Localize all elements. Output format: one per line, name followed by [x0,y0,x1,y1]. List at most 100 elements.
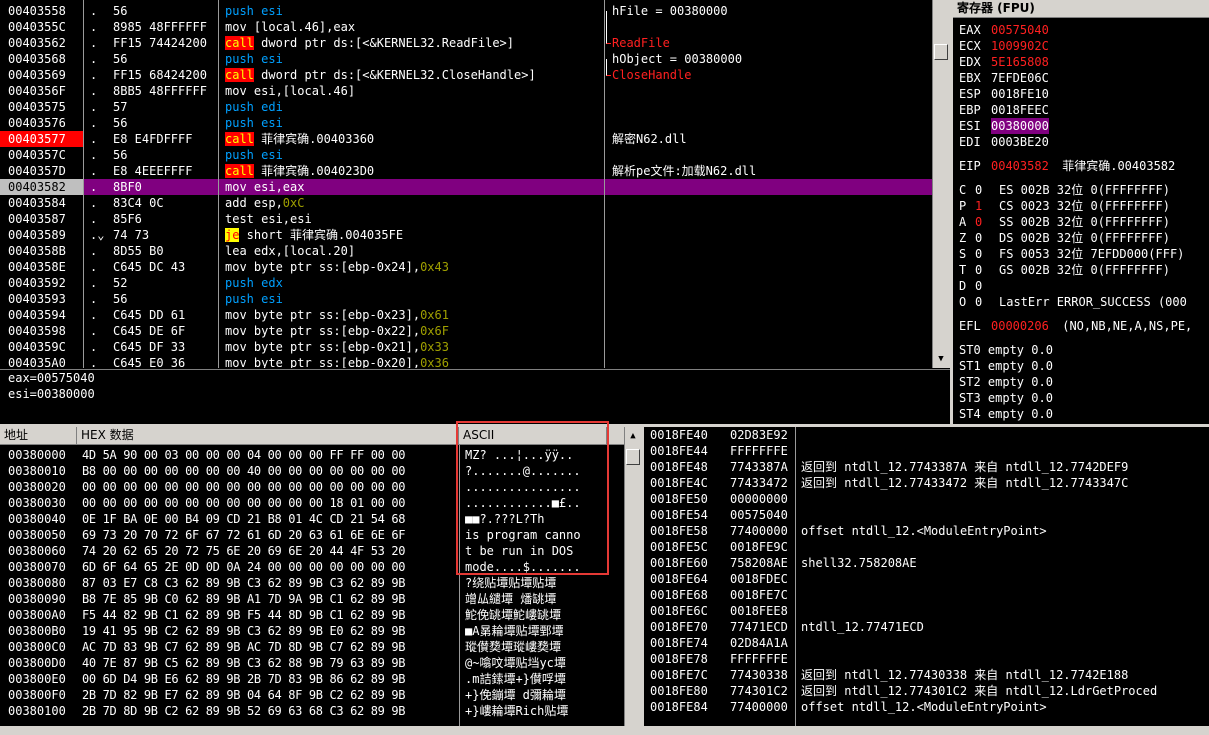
stack-row[interactable]: 0018FE70 77471ECD ntdll_12.77471ECD [644,619,1209,635]
stack-row[interactable]: 0018FE48 7743387A 返回到 ntdll_12.7743387A 来自… [644,459,1209,475]
disasm-address[interactable]: 00403592 [0,275,83,291]
flag-bit[interactable]: 0 [975,230,982,246]
disasm-row[interactable]: 0040358B. 8D55 B0 lea edx,[local.20] [0,243,932,259]
fpu-register[interactable]: ST0 empty 0.0 [959,342,1053,358]
fpu-register[interactable]: ST1 empty 0.0 [959,358,1053,374]
stack-row[interactable]: 0018FE84 77400000 offset ntdll_12.<ModuleE… [644,699,1209,715]
flag-bit[interactable]: 0 [975,214,982,230]
disasm-row[interactable]: 0040357D. E8 4EEEFFFF call 菲律宾确.004023D0 解析… [0,163,932,179]
register-value[interactable]: 7EFDE06C [991,70,1049,86]
dump-row[interactable]: 00380000 4D 5A 90 00 03 00 00 00 04 00 00… [0,447,624,463]
disasm-address[interactable]: 0040355C [0,19,83,35]
disasm-address[interactable]: 004035A0 [0,355,83,368]
dump-row[interactable]: 003800D0 40 7E 87 9B C5 62 89 9B C3 62 88… [0,655,624,671]
dump-stack-splitter[interactable] [642,427,644,726]
disasm-row[interactable]: 00403568. 56 push esi hObject = 00380000 [0,51,932,67]
dump-header-hex[interactable]: HEX 数据 [77,427,459,444]
disasm-row[interactable]: 00403577. E8 E4FDFFFF call 菲律宾确.00403360 解密… [0,131,932,147]
stack-pane[interactable]: 0018FE40 02D83E92 0018FE44 FFFFFFFE 0018FE48… [644,427,1209,726]
dump-row[interactable]: 00380100 2B 7D 8D 9B C2 62 89 9B 52 69 63… [0,703,624,719]
disassembly-scroll-thumb[interactable] [934,44,948,60]
fpu-register[interactable]: ST3 empty 0.0 [959,390,1053,406]
dump-row[interactable]: 00380030 00 00 00 00 00 00 00 00 00 00 00… [0,495,624,511]
disasm-address[interactable]: 0040359C [0,339,83,355]
disasm-row[interactable]: 00403558. 56 push esi hFile = 00380000 [0,3,932,19]
disasm-row[interactable]: 00403562. FF15 74424200 call dword ptr ds:… [0,35,932,51]
disasm-row[interactable]: 0040359C. C645 DF 33 mov byte ptr ss:[ebp-… [0,339,932,355]
disasm-row[interactable]: 00403587. 85F6 test esi,esi [0,211,932,227]
register-value[interactable]: 0018FE10 [991,86,1049,102]
registers-pane[interactable]: 寄存器 (FPU) EAX 00575040 ECX 1009902C EDX 5E165… [953,0,1209,426]
scroll-up-icon[interactable]: ▲ [626,429,640,443]
dump-row[interactable]: 00380010 B8 00 00 00 00 00 00 00 40 00 00… [0,463,624,479]
register-value[interactable]: 00380000 [991,118,1049,134]
stack-row[interactable]: 0018FE7C 77430338 返回到 ntdll_12.77430338 来自… [644,667,1209,683]
disassembly-pane[interactable]: 00403558. 56 push esi hFile = 00380000 00403… [0,0,950,368]
dump-row[interactable]: 00380060 74 20 62 65 20 72 75 6E 20 69 6E… [0,543,624,559]
dump-header-ascii[interactable]: ASCII [459,427,607,444]
stack-row[interactable]: 0018FE5C 0018FE9C [644,539,1209,555]
disasm-address[interactable]: 00403568 [0,51,83,67]
flag-bit[interactable]: 1 [975,198,982,214]
disassembly-scrollbar[interactable]: ▼ [932,0,950,368]
disasm-address[interactable]: 00403598 [0,323,83,339]
disasm-row[interactable]: 0040356F. 8BB5 48FFFFFF mov esi,[local.46] [0,83,932,99]
dump-row[interactable]: 00380080 87 03 E7 C8 C3 62 89 9B C3 62 89… [0,575,624,591]
dump-scroll-thumb[interactable] [626,449,640,465]
disasm-address[interactable]: 00403577 [0,131,83,147]
dump-row[interactable]: 003800C0 AC 7D 83 9B C7 62 89 9B AC 7D 8D… [0,639,624,655]
dump-row[interactable]: 00380040 0E 1F BA 0E 00 B4 09 CD 21 B8 01… [0,511,624,527]
disasm-row[interactable]: 00403584. 83C4 0C add esp,0xC [0,195,932,211]
stack-row[interactable]: 0018FE6C 0018FEE8 [644,603,1209,619]
dump-row[interactable]: 00380070 6D 6F 64 65 2E 0D 0D 0A 24 00 00… [0,559,624,575]
disasm-address[interactable]: 00403582 [0,179,83,195]
flag-bit[interactable]: 0 [975,262,982,278]
stack-row[interactable]: 0018FE44 FFFFFFFE [644,443,1209,459]
disasm-address[interactable]: 00403562 [0,35,83,51]
scroll-down-icon[interactable]: ▼ [934,352,948,366]
disasm-row[interactable]: 00403593. 56 push esi [0,291,932,307]
register-value[interactable]: 00575040 [991,22,1049,38]
memory-dump-pane[interactable]: 地址 HEX 数据 ASCII 00380000 4D 5A 90 00 03 0… [0,427,642,726]
dump-header-address[interactable]: 地址 [0,427,77,444]
dump-row[interactable]: 003800E0 00 6D D4 9B E6 62 89 9B 2B 7D 83… [0,671,624,687]
flag-bit[interactable]: 0 [975,182,982,198]
disasm-address[interactable]: 0040358B [0,243,83,259]
stack-row[interactable]: 0018FE54 00575040 [644,507,1209,523]
disasm-row[interactable]: 00403576. 56 push esi [0,115,932,131]
fpu-register[interactable]: ST4 empty 0.0 [959,406,1053,422]
disasm-address[interactable]: 00403575 [0,99,83,115]
stack-row[interactable]: 0018FE78 FFFFFFFE [644,651,1209,667]
disasm-row[interactable]: 00403569. FF15 68424200 call dword ptr ds:… [0,67,932,83]
disasm-row[interactable]: 004035A0. C645 E0 36 mov byte ptr ss:[ebp-… [0,355,932,368]
disasm-address[interactable]: 00403593 [0,291,83,307]
flag-bit[interactable]: 0 [975,294,982,310]
dump-row[interactable]: 003800B0 19 41 95 9B C2 62 89 9B C3 62 89… [0,623,624,639]
disasm-address[interactable]: 0040357C [0,147,83,163]
disasm-address[interactable]: 00403594 [0,307,83,323]
disasm-row[interactable]: 0040355C. 8985 48FFFFFF mov [local.46],eax [0,19,932,35]
disasm-address[interactable]: 00403576 [0,115,83,131]
dump-scrollbar[interactable]: ▲ [624,427,642,726]
register-value[interactable]: 00403582 [991,158,1049,174]
register-value[interactable]: 1009902C [991,38,1049,54]
dump-row[interactable]: 00380090 B8 7E 85 9B C0 62 89 9B A1 7D 9A… [0,591,624,607]
disasm-row[interactable]: 00403598. C645 DE 6F mov byte ptr ss:[ebp-… [0,323,932,339]
register-value[interactable]: 5E165808 [991,54,1049,70]
register-value[interactable]: 00000206 [991,318,1049,334]
dump-row[interactable]: 00380020 00 00 00 00 00 00 00 00 00 00 00… [0,479,624,495]
disasm-address[interactable]: 00403558 [0,3,83,19]
stack-row[interactable]: 0018FE4C 77433472 返回到 ntdll_12.77433472 来自… [644,475,1209,491]
stack-row[interactable]: 0018FE58 77400000 offset ntdll_12.<ModuleE… [644,523,1209,539]
disasm-row[interactable]: 00403592. 52 push edx [0,275,932,291]
vertical-splitter[interactable] [950,0,953,424]
flag-bit[interactable]: 0 [975,278,982,294]
dump-row[interactable]: 003800F0 2B 7D 82 9B E7 62 89 9B 04 64 8F… [0,687,624,703]
fpu-register[interactable]: ST2 empty 0.0 [959,374,1053,390]
disasm-row[interactable]: 00403582. 8BF0 mov esi,eax [0,179,932,195]
disasm-row[interactable]: 0040357C. 56 push esi [0,147,932,163]
disasm-row[interactable]: 00403575. 57 push edi [0,99,932,115]
register-value[interactable]: 0003BE20 [991,134,1049,150]
disasm-row[interactable]: 0040358E. C645 DC 43 mov byte ptr ss:[ebp-… [0,259,932,275]
flag-bit[interactable]: 0 [975,246,982,262]
